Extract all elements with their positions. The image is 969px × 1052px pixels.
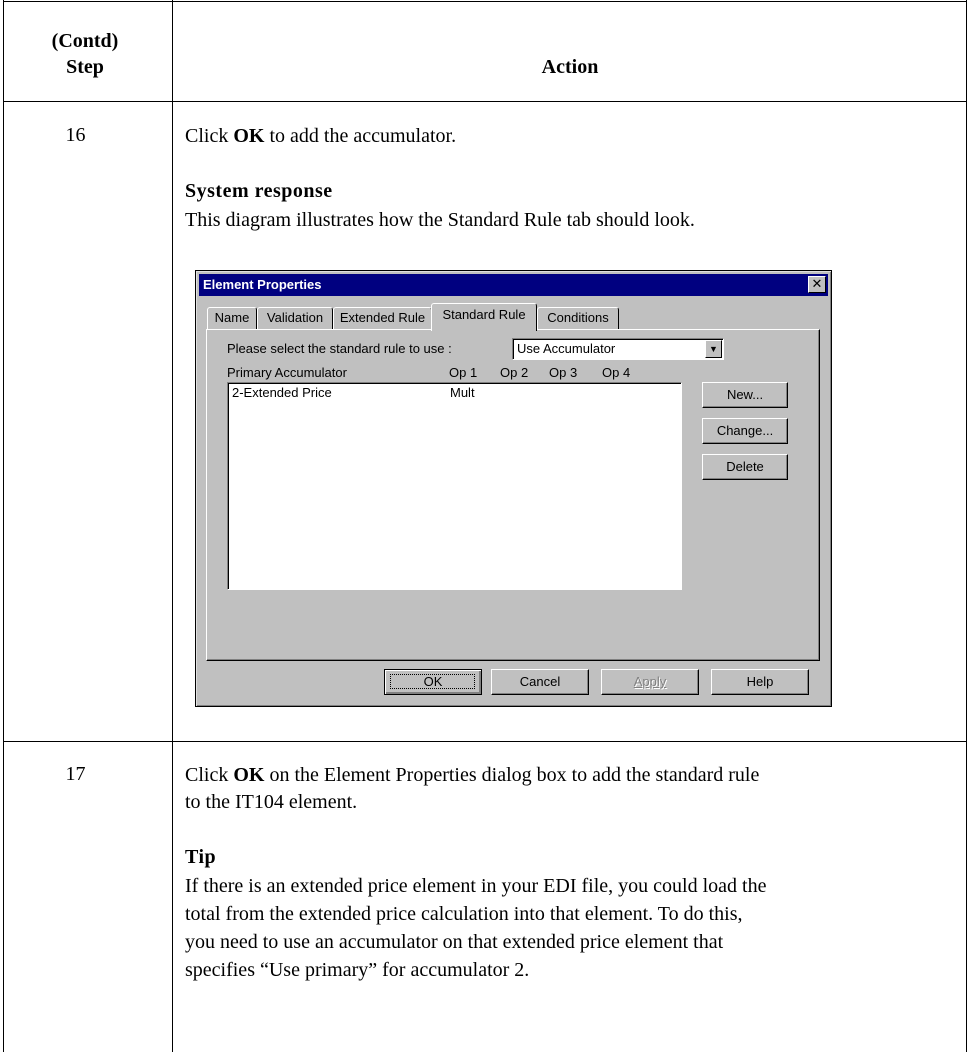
accumulator-list[interactable]: 2-Extended Price Mult [227,382,682,590]
column-op3: Op 3 [549,365,578,380]
step-16-instruction: Click OK to add the accumulator. [185,125,457,147]
dialog-title: Element Properties [203,277,322,292]
element-properties-dialog: Element Properties ✕ Name Validation Ext… [195,270,832,707]
tip-heading: Tip [185,846,217,868]
tab-conditions[interactable]: Conditions [537,307,619,330]
tip-line: specifies “Use primary” for accumulator … [185,959,530,981]
help-button[interactable]: Help [711,669,809,695]
apply-button-label: Apply [633,674,667,689]
table-row-divider [3,741,967,742]
select-rule-label: Please select the standard rule to use : [227,341,452,356]
list-item-primary: 2-Extended Price [232,385,332,400]
dialog-titlebar: Element Properties ✕ [199,274,828,296]
table-border-top [3,1,967,2]
tip-text: If there is an extended price element in… [185,872,960,984]
table-border-right [966,0,967,1052]
cancel-button[interactable]: Cancel [491,669,589,695]
list-item[interactable]: 2-Extended Price Mult [232,385,672,401]
change-button[interactable]: Change... [702,418,788,444]
header-action: Action [541,56,599,78]
chevron-down-icon[interactable]: ▼ [705,340,722,358]
instruction-table: (Contd) Step Action 16 Click OK to add t… [0,0,969,1052]
system-response-text: This diagram illustrates how the Standar… [185,209,695,231]
step-17-instruction: Click OK on the Element Properties dialo… [185,764,760,813]
standard-rule-select-value: Use Accumulator [517,341,616,356]
tip-line: total from the extended price calculatio… [185,903,743,925]
close-icon[interactable]: ✕ [808,276,826,293]
tab-standard-rule[interactable]: Standard Rule [431,303,537,331]
tip-line: you need to use an accumulator on that e… [185,931,724,953]
table-border-left [3,0,4,1052]
new-button[interactable]: New... [702,382,788,408]
table-header-divider [3,101,967,102]
header-step-contd: (Contd) [51,30,119,52]
tab-extended-rule[interactable]: Extended Rule [333,307,432,330]
apply-button[interactable]: Apply [601,669,699,695]
column-op4: Op 4 [602,365,631,380]
header-step-label: Step [66,56,104,78]
system-response-heading: System response [185,180,333,202]
step-number-17: 17 [65,763,86,785]
delete-button[interactable]: Delete [702,454,788,480]
list-item-op1: Mult [450,385,475,400]
ok-button[interactable]: OK [384,669,482,695]
tip-line: If there is an extended price element in… [185,875,767,897]
column-primary-accumulator: Primary Accumulator [227,365,347,380]
tab-name[interactable]: Name [207,307,257,330]
standard-rule-select[interactable]: Use Accumulator ▼ [512,338,724,360]
focus-rect [390,674,475,689]
tab-validation[interactable]: Validation [257,307,333,330]
table-column-divider [172,0,173,1052]
standard-rule-panel: Please select the standard rule to use :… [206,329,820,661]
column-op1: Op 1 [449,365,478,380]
step-number-16: 16 [65,124,86,146]
column-op2: Op 2 [500,365,529,380]
header-step: (Contd) Step [40,28,130,80]
